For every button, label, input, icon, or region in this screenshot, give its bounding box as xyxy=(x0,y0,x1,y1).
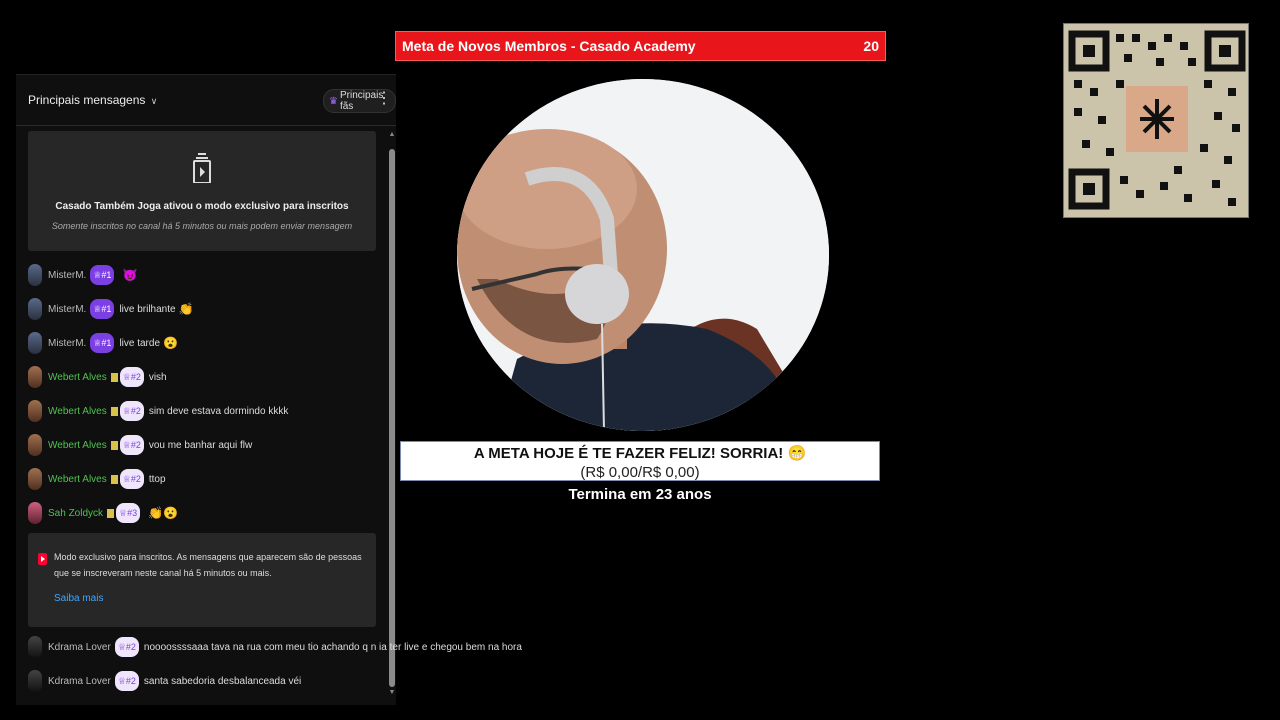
qr-code xyxy=(1063,23,1249,218)
youtube-icon xyxy=(38,553,47,565)
subscribers-only-notice: Casado Também Joga ativou o modo exclusi… xyxy=(28,131,376,251)
daily-goal-box: A META HOJE É TE FAZER FELIZ! SORRIA! 😁 … xyxy=(400,441,880,481)
streamer-image xyxy=(457,79,829,431)
chat-message: Webert Alves ♕ #2 ttop xyxy=(28,467,166,491)
author-name[interactable]: Webert Alves xyxy=(48,474,107,485)
chat-message: Kdrama Lover ♕ #2 santa sabedoria desbala… xyxy=(28,669,301,693)
message-text: noooossssaaa tava na rua com meu tio ach… xyxy=(143,641,522,653)
author-name[interactable]: Kdrama Lover xyxy=(48,642,111,653)
avatar[interactable] xyxy=(28,502,42,524)
scroll-up-icon[interactable]: ▲ xyxy=(388,131,396,139)
message-text: vish xyxy=(148,371,167,383)
author-name[interactable]: MisterM. xyxy=(48,270,86,281)
live-chat-panel: Principais mensagens ∨ ♛ Principais fãs … xyxy=(16,74,522,705)
goal-title: Meta de Novos Membros - Casado Academy xyxy=(402,38,696,54)
info-text: Modo exclusivo para inscritos. As mensag… xyxy=(54,552,362,578)
chat-message: Kdrama Lover ♕ #2 noooossssaaa tava na ru… xyxy=(28,635,522,659)
chat-message: MisterM. ♕ #1 😈 xyxy=(28,263,137,287)
message-text: sim deve estava dormindo kkkk xyxy=(148,405,289,417)
member-badge: ♕ #2 xyxy=(119,469,144,489)
avatar[interactable] xyxy=(28,670,42,692)
verified-badge-icon xyxy=(110,440,118,450)
chat-message: Webert Alves ♕ #2 vish xyxy=(28,365,167,389)
crown-icon: ♛ xyxy=(329,95,338,107)
emoji-icon: 😈 xyxy=(122,268,138,282)
goal-message: A META HOJE É TE FAZER FELIZ! SORRIA! 😁 xyxy=(473,445,807,462)
chat-message: MisterM. ♕ #1 live brilhante 👏 xyxy=(28,297,194,321)
author-name[interactable]: Webert Alves xyxy=(48,372,107,383)
avatar[interactable] xyxy=(28,400,42,422)
author-name[interactable]: Sah Zoldyck xyxy=(48,508,103,519)
message-text: live brilhante xyxy=(119,303,176,315)
webcam-feed xyxy=(457,79,829,431)
notice-subtitle: Somente inscritos no canal há 5 minutos … xyxy=(51,221,353,231)
message-text: santa sabedoria desbalanceada véi xyxy=(143,675,302,687)
chat-mode-dropdown[interactable]: Principais mensagens ∨ xyxy=(28,93,157,107)
message-text: live tarde xyxy=(119,337,161,349)
goal-ends-in: Termina em 23 anos xyxy=(568,486,712,503)
chat-message: Sah Zoldyck ♕ #3 👏😮 xyxy=(28,501,178,525)
scroll-down-icon[interactable]: ▼ xyxy=(388,689,396,697)
qr-code-icon xyxy=(1064,24,1248,217)
author-name[interactable]: Webert Alves xyxy=(48,440,107,451)
chat-message: Webert Alves ♕ #2 vou me banhar aqui flw xyxy=(28,433,252,457)
author-name[interactable]: MisterM. xyxy=(48,338,86,349)
verified-badge-icon xyxy=(110,372,118,382)
chat-message: Webert Alves ♕ #2 sim deve estava dormind… xyxy=(28,399,288,423)
message-text: vou me banhar aqui flw xyxy=(148,439,253,451)
avatar[interactable] xyxy=(28,332,42,354)
subscribers-mode-info: Modo exclusivo para inscritos. As mensag… xyxy=(28,533,376,627)
subscribers-only-icon xyxy=(193,153,211,183)
scroll-thumb[interactable] xyxy=(389,149,395,687)
member-badge: ♕ #2 xyxy=(119,435,144,455)
member-badge: ♕ #1 xyxy=(90,333,115,353)
goal-count: 20 xyxy=(863,38,879,54)
emoji-icon: 😮 xyxy=(163,336,178,350)
chevron-down-icon: ∨ xyxy=(150,96,158,106)
member-badge: ♕ #2 xyxy=(119,367,144,387)
members-goal-bar: Meta de Novos Membros - Casado Academy 2… xyxy=(395,31,886,61)
member-badge: ♕ #3 xyxy=(116,503,141,523)
member-badge: ♕ #2 xyxy=(119,401,144,421)
avatar[interactable] xyxy=(28,264,42,286)
avatar[interactable] xyxy=(28,366,42,388)
member-badge: ♕ #2 xyxy=(114,671,139,691)
notice-title: Casado Também Joga ativou o modo exclusi… xyxy=(55,201,349,212)
verified-badge-icon xyxy=(110,406,118,416)
avatar[interactable] xyxy=(28,636,42,658)
verified-badge-icon xyxy=(110,474,118,484)
verified-badge-icon xyxy=(107,508,115,518)
chat-message: MisterM. ♕ #1 live tarde 😮 xyxy=(28,331,178,355)
emoji-icon: 👏 xyxy=(178,302,194,316)
author-name[interactable]: Kdrama Lover xyxy=(48,676,111,687)
goal-progress: (R$ 0,00/R$ 0,00) xyxy=(580,464,700,481)
chat-scrollbar[interactable]: ▲ ▼ xyxy=(388,131,396,697)
avatar[interactable] xyxy=(28,298,42,320)
member-badge: ♕ #1 xyxy=(90,265,115,285)
message-text: ttop xyxy=(148,473,166,485)
avatar[interactable] xyxy=(28,468,42,490)
avatar[interactable] xyxy=(28,434,42,456)
author-name[interactable]: Webert Alves xyxy=(48,406,107,417)
chat-mode-label: Principais mensagens xyxy=(28,93,146,107)
emoji-icon: 👏😮 xyxy=(148,506,179,520)
more-options-icon[interactable]: ⋮ xyxy=(376,89,392,111)
member-badge: ♕ #1 xyxy=(90,299,115,319)
chat-header: Principais mensagens ∨ ♛ Principais fãs … xyxy=(16,75,396,126)
member-badge: ♕ #2 xyxy=(114,637,139,657)
learn-more-link[interactable]: Saiba mais xyxy=(54,593,103,604)
author-name[interactable]: MisterM. xyxy=(48,304,86,315)
